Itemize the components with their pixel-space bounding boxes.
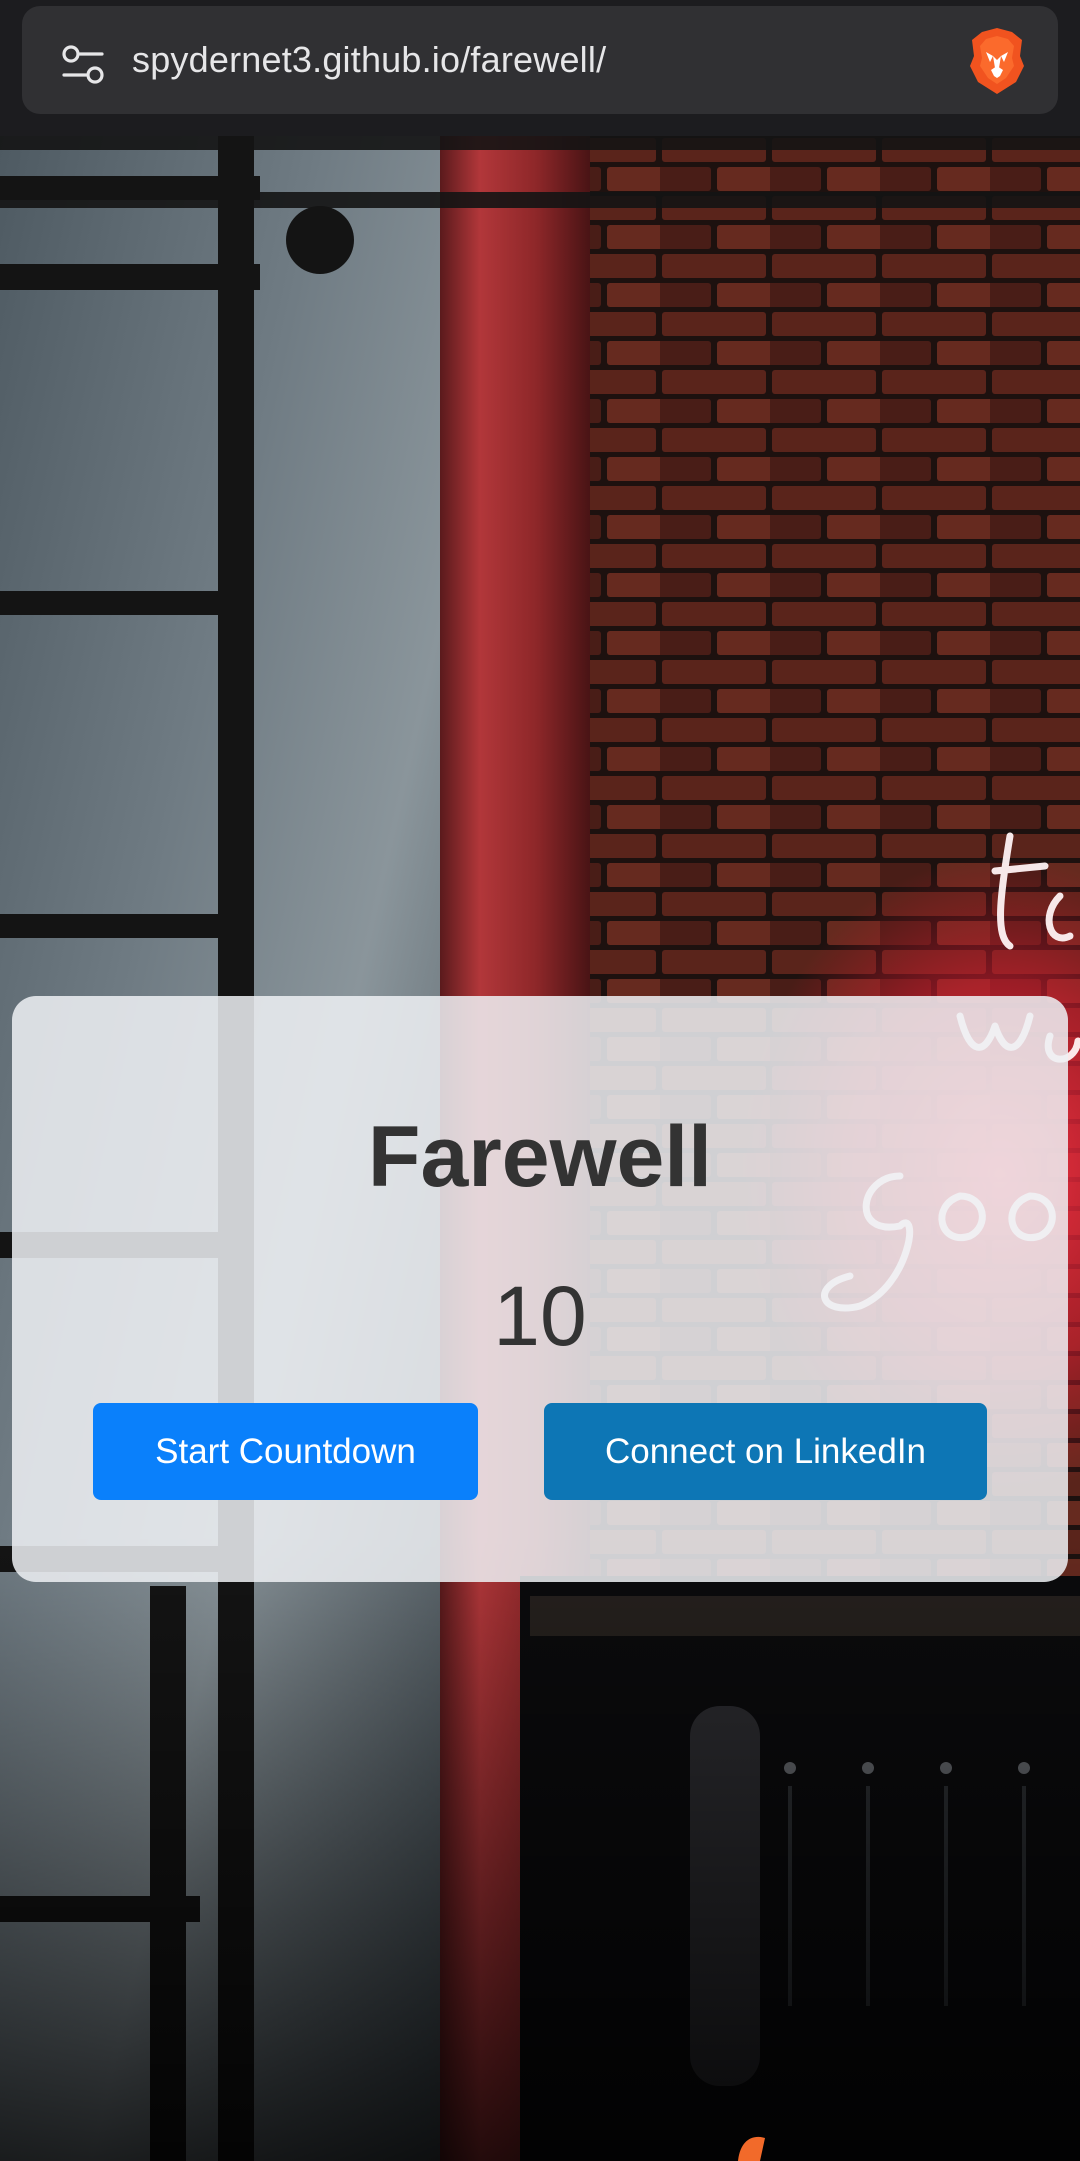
connect-linkedin-button[interactable]: Connect on LinkedIn xyxy=(544,1403,987,1500)
site-settings-icon[interactable] xyxy=(60,42,106,88)
page-title: Farewell xyxy=(367,1109,713,1205)
url-text[interactable]: spydernet3.github.io/farewell/ xyxy=(132,6,606,114)
countdown-display: 10 xyxy=(493,1269,587,1363)
start-countdown-button[interactable]: Start Countdown xyxy=(93,1403,478,1500)
address-bar[interactable]: spydernet3.github.io/farewell/ xyxy=(22,6,1058,114)
brave-lion-icon[interactable] xyxy=(966,26,1028,96)
farewell-card: Farewell 10 Start Countdown Connect on L… xyxy=(12,996,1068,1582)
browser-toolbar: spydernet3.github.io/farewell/ xyxy=(0,0,1080,136)
